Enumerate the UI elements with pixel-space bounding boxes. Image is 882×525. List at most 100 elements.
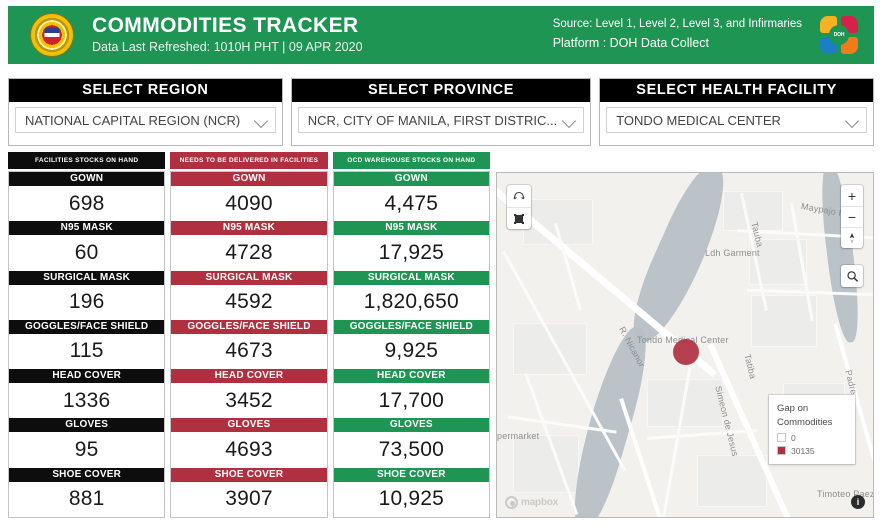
- commodity-label: SURGICAL MASK: [333, 270, 489, 285]
- chevron-down-icon: [846, 116, 860, 125]
- chevron-down-icon: [563, 116, 577, 125]
- commodity-value: 4693: [171, 432, 327, 468]
- map-canvas[interactable]: Maypajo Riv Ldh Garment Tauba R. Nicanor Ton…: [497, 173, 873, 517]
- commodity-cell: SURGICAL MASK 196: [9, 270, 165, 320]
- facility-map[interactable]: Maypajo Riv Ldh Garment Tauba R. Nicanor Ton…: [496, 172, 874, 518]
- commodity-value: 10,925: [333, 481, 489, 517]
- health-facility-select[interactable]: TONDO MEDICAL CENTER: [606, 107, 867, 133]
- filter-province-body: NCR, CITY OF MANILA, FIRST DISTRIC...: [292, 102, 590, 145]
- commodity-cell: GLOVES 4693: [171, 418, 327, 468]
- map-legend-label: 0: [791, 432, 796, 443]
- filter-province-title: SELECT PROVINCE: [291, 79, 591, 102]
- commodity-cell: N95 MASK 4728: [171, 221, 327, 271]
- pan-icon[interactable]: [507, 185, 531, 207]
- commodities-tracker-dashboard: COMMODITIES TRACKER Data Last Refreshed:…: [0, 0, 882, 525]
- page-title: COMMODITIES TRACKER: [92, 13, 359, 37]
- fit-bounds-icon[interactable]: [507, 207, 531, 229]
- commodity-cell: N95 MASK 17,925: [333, 221, 489, 271]
- doh-logo-icon: DOH: [820, 16, 858, 54]
- commodity-value: 4728: [171, 235, 327, 271]
- commodity-column-body: GOWN 4,475 N95 MASK 17,925 SURGICAL MASK 1,82…: [332, 171, 490, 518]
- commodity-column: OCD WAREHOUSE STOCKS ON HAND GOWN 4,475 N95…: [332, 152, 490, 518]
- chevron-down-icon: [255, 116, 269, 125]
- map-water: [620, 173, 740, 351]
- commodity-cell: HEAD COVER 17,700: [333, 369, 489, 419]
- commodity-column-header: FACILITIES STOCKS ON HAND: [8, 152, 166, 169]
- commodity-value: 881: [9, 481, 165, 517]
- map-label: Padre: [843, 369, 860, 396]
- commodity-cell: HEAD COVER 1336: [9, 369, 165, 419]
- commodity-label: GOGGLES/FACE SHIELD: [9, 319, 165, 334]
- filter-region-title: SELECT REGION: [9, 79, 282, 102]
- mapbox-attribution[interactable]: mapbox: [505, 496, 558, 509]
- commodity-label: SHOE COVER: [333, 467, 489, 482]
- commodity-value: 4673: [171, 333, 327, 370]
- map-search-icon[interactable]: [841, 265, 863, 287]
- commodity-cell: GOWN 4090: [171, 172, 327, 222]
- commodity-value: 9,925: [333, 333, 489, 370]
- compass-icon[interactable]: [841, 227, 863, 248]
- commodity-label: HEAD COVER: [9, 369, 165, 384]
- filter-province: SELECT PROVINCE NCR, CITY OF MANILA, FIR…: [290, 78, 592, 146]
- last-refreshed-text: Data Last Refreshed: 1010H PHT | 09 APR …: [92, 40, 363, 55]
- map-label: Timoteo Paez: [817, 489, 873, 499]
- commodity-cell: GOWN 698: [9, 172, 165, 222]
- header-right: Source: Level 1, Level 2, Level 3, and I…: [553, 16, 874, 54]
- map-label: Ldh Garment: [705, 248, 760, 258]
- header-meta: Source: Level 1, Level 2, Level 3, and I…: [553, 16, 802, 53]
- map-info-button[interactable]: i: [851, 495, 865, 509]
- map-legend: Gap on Commodities 0 30135: [769, 395, 855, 464]
- filter-region-body: NATIONAL CAPITAL REGION (NCR): [9, 102, 282, 145]
- commodity-column-header: OCD WAREHOUSE STOCKS ON HAND: [332, 152, 490, 169]
- commodity-label: GOWN: [9, 172, 165, 186]
- map-block: [697, 455, 767, 507]
- commodity-value: 17,700: [333, 383, 489, 419]
- map-legend-entry: 0: [777, 433, 847, 443]
- commodity-columns: FACILITIES STOCKS ON HAND GOWN 698 N95 MASK…: [8, 152, 490, 518]
- map-block: [513, 435, 579, 493]
- commodity-label: HEAD COVER: [171, 369, 327, 384]
- commodity-value: 3907: [171, 481, 327, 517]
- zoom-in-button[interactable]: +: [841, 185, 863, 206]
- region-select-value: NATIONAL CAPITAL REGION (NCR): [25, 112, 241, 128]
- commodity-label: GOGGLES/FACE SHIELD: [171, 319, 327, 334]
- commodity-value: 4592: [171, 284, 327, 320]
- filter-health-facility: SELECT HEALTH FACILITY TONDO MEDICAL CEN…: [599, 78, 874, 146]
- commodity-column: NEEDS TO BE DELIVERED IN FACILITIES GOWN 4…: [170, 152, 328, 518]
- commodity-cell: GLOVES 95: [9, 418, 165, 468]
- commodity-value: 196: [9, 284, 165, 320]
- province-select[interactable]: NCR, CITY OF MANILA, FIRST DISTRIC...: [297, 107, 585, 133]
- filter-region: SELECT REGION NATIONAL CAPITAL REGION (N…: [8, 78, 283, 146]
- zoom-out-button[interactable]: −: [841, 206, 863, 227]
- map-legend-entry: 30135: [777, 446, 847, 456]
- mapbox-wordmark: mapbox: [521, 497, 559, 508]
- commodity-value: 60: [9, 235, 165, 271]
- commodity-value: 4,475: [333, 186, 489, 222]
- commodity-value: 1,820,650: [333, 284, 489, 320]
- map-legend-rows: 0 30135: [777, 433, 847, 456]
- map-tool-group[interactable]: [507, 185, 531, 229]
- app-header: COMMODITIES TRACKER Data Last Refreshed:…: [8, 6, 874, 64]
- commodity-column-body: GOWN 698 N95 MASK 60 SURGICAL MASK 196 GOGGLES…: [8, 171, 166, 518]
- commodity-cell: GOGGLES/FACE SHIELD 4673: [171, 319, 327, 370]
- commodity-cell: SHOE COVER 3907: [171, 467, 327, 517]
- commodity-column: FACILITIES STOCKS ON HAND GOWN 698 N95 MASK…: [8, 152, 166, 518]
- commodity-label: GLOVES: [9, 418, 165, 433]
- commodity-label: SHOE COVER: [9, 467, 165, 482]
- map-legend-swatch: [777, 446, 786, 456]
- commodity-column-body: GOWN 4090 N95 MASK 4728 SURGICAL MASK 4592 GOG…: [170, 171, 328, 518]
- commodity-cell: SHOE COVER 881: [9, 467, 165, 517]
- filter-health-facility-body: TONDO MEDICAL CENTER: [600, 102, 873, 145]
- source-text: Source: Level 1, Level 2, Level 3, and I…: [552, 18, 802, 31]
- commodity-label: N95 MASK: [333, 221, 489, 236]
- filter-health-facility-title: SELECT HEALTH FACILITY: [600, 79, 873, 102]
- commodity-cell: GOWN 4,475: [333, 172, 489, 222]
- commodity-label: GLOVES: [171, 418, 327, 433]
- commodity-label: SURGICAL MASK: [9, 270, 165, 285]
- map-zoom-controls[interactable]: + −: [841, 185, 863, 248]
- facility-marker[interactable]: [673, 339, 699, 365]
- commodity-value: 95: [9, 432, 165, 468]
- commodity-value: 698: [9, 186, 165, 222]
- commodity-label: N95 MASK: [171, 221, 327, 236]
- region-select[interactable]: NATIONAL CAPITAL REGION (NCR): [15, 107, 276, 133]
